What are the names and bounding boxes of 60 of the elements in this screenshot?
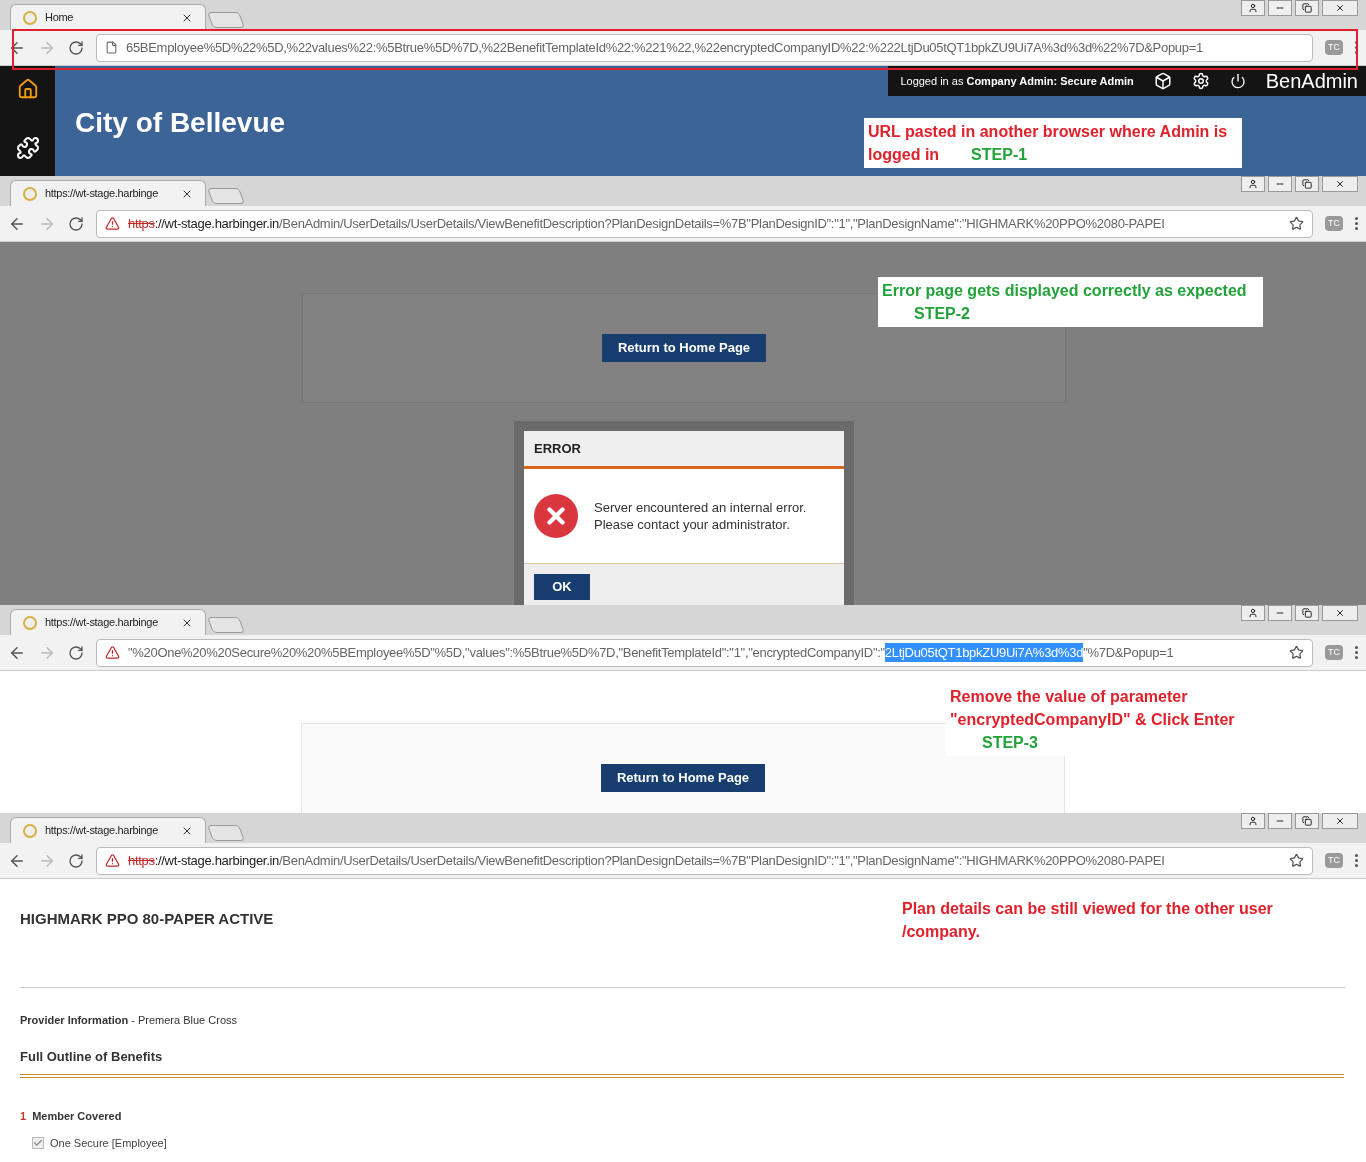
return-home-button[interactable]: Return to Home Page	[600, 764, 766, 792]
puzzle-icon[interactable]	[15, 136, 40, 160]
profile-icon[interactable]	[1241, 605, 1265, 621]
item-title: Member Covered	[32, 1109, 122, 1124]
ok-button[interactable]: OK	[534, 574, 590, 600]
favicon-icon	[23, 186, 37, 201]
member-label: One Secure [Employee]	[50, 1135, 167, 1151]
restore-icon[interactable]	[1295, 813, 1319, 829]
plan-title: HIGHMARK PPO 80-PAPER ACTIVE	[20, 910, 274, 927]
profile-icon[interactable]	[1241, 176, 1265, 192]
tab-title: https://wt-stage.harbinge	[45, 823, 159, 839]
restore-icon[interactable]	[1295, 176, 1319, 192]
reload-icon[interactable]	[68, 852, 84, 869]
address-bar[interactable]: https://wt-stage.harbinger.in/BenAdmin/UserDetails/UserDetails/ViewBenefitDescription?PlanDesignDetails=%7B"PlanDesignID":"1","PlanDesignName":"HIGHMARK%20PPO%2080-PAPEI	[96, 209, 1313, 238]
item-number: 1	[20, 1109, 27, 1124]
reload-icon[interactable]	[68, 39, 84, 56]
organization-name: City of Bellevue	[75, 106, 286, 140]
provider-name: - Premera Blue Cross	[131, 1014, 237, 1026]
url-text: 65BEmployee%5D%22%5D,%22values%22:%5Btrue%5D%7D,%22BenefitTemplateId%22:%221%22,%22encryptedCompanyID%22:%222LtjDu05tQT1bpkZU9Ui7A%3d%3d%22%7D&Popup=1	[126, 38, 1204, 57]
address-bar[interactable]: https://wt-stage.harbinger.in/BenAdmin/UserDetails/UserDetails/ViewBenefitDescription?PlanDesignDetails=%7B"PlanDesignID":"1","PlanDesignName":"HIGHMARK%20PPO%2080-PAPEI	[96, 846, 1313, 875]
bookmark-star-icon[interactable]	[1289, 216, 1304, 231]
profile-icon[interactable]	[1241, 813, 1265, 829]
section-heading: Full Outline of Benefits	[20, 1047, 164, 1066]
address-bar[interactable]: 65BEmployee%5D%22%5D,%22values%22:%5Btrue%5D%7D,%22BenefitTemplateId%22:%221%22,%22encryptedCompanyID%22:%222LtjDu05tQT1bpkZU9Ui7A%3d%3d%22%7D&Popup=1	[96, 33, 1313, 62]
favicon-icon	[23, 615, 37, 630]
settings-icon[interactable]	[1191, 72, 1210, 90]
bookmark-star-icon[interactable]	[1289, 645, 1304, 660]
favicon-icon	[23, 10, 37, 25]
reload-icon[interactable]	[68, 644, 84, 661]
annotation-note: Error page gets displayed correctly as expected STEP-2	[878, 277, 1263, 327]
brand-name: BenAdmin	[1265, 69, 1358, 94]
profile-icon[interactable]	[1241, 0, 1265, 16]
menu-icon[interactable]	[1355, 646, 1358, 659]
tab-title: Home	[45, 10, 75, 26]
dialog-title: ERROR	[524, 431, 844, 469]
error-icon	[534, 494, 578, 538]
restore-icon[interactable]	[1295, 0, 1319, 16]
annotation-note: URL pasted in another browser where Admin is logged in STEP-1	[864, 118, 1242, 168]
menu-icon[interactable]	[1355, 854, 1358, 867]
browser-tab[interactable]: Home	[10, 4, 206, 30]
browser-tab[interactable]: https://wt-stage.harbinge	[10, 609, 206, 635]
provider-label: Provider Information	[20, 1014, 129, 1026]
tab-title: https://wt-stage.harbinge	[45, 615, 159, 631]
url-text: https://wt-stage.harbinger.in/BenAdmin/UserDetails/UserDetails/ViewBenefitDescription?PlanDesignDetails=%7B"PlanDesignID":"1","PlanDesignName":"HIGHMARK%20PPO%2080-PAPEI	[128, 851, 1166, 870]
restore-icon[interactable]	[1295, 605, 1319, 621]
login-status: Logged in as Company Admin: Secure Admin	[900, 73, 1134, 89]
tab-title: https://wt-stage.harbinge	[45, 186, 159, 202]
reload-icon[interactable]	[68, 215, 84, 232]
home-icon[interactable]	[16, 78, 39, 100]
bookmark-star-icon[interactable]	[1289, 853, 1304, 868]
favicon-icon	[23, 823, 37, 838]
member-checkbox[interactable]	[32, 1136, 44, 1149]
menu-icon[interactable]	[1355, 217, 1358, 230]
browser-tab[interactable]: https://wt-stage.harbinge	[10, 817, 206, 843]
browser-tab[interactable]: https://wt-stage.harbinge	[10, 180, 206, 206]
error-message: Server encountered an internal error. Please contact your administrator.	[594, 499, 808, 533]
url-text: https://wt-stage.harbinger.in/BenAdmin/UserDetails/UserDetails/ViewBenefitDescription?PlanDesignDetails=%7B"PlanDesignID":"1","PlanDesignName":"HIGHMARK%20PPO%2080-PAPEI	[128, 214, 1166, 233]
cube-icon[interactable]	[1153, 72, 1172, 90]
power-icon[interactable]	[1229, 73, 1246, 89]
return-home-button[interactable]: Return to Home Page	[601, 334, 767, 362]
